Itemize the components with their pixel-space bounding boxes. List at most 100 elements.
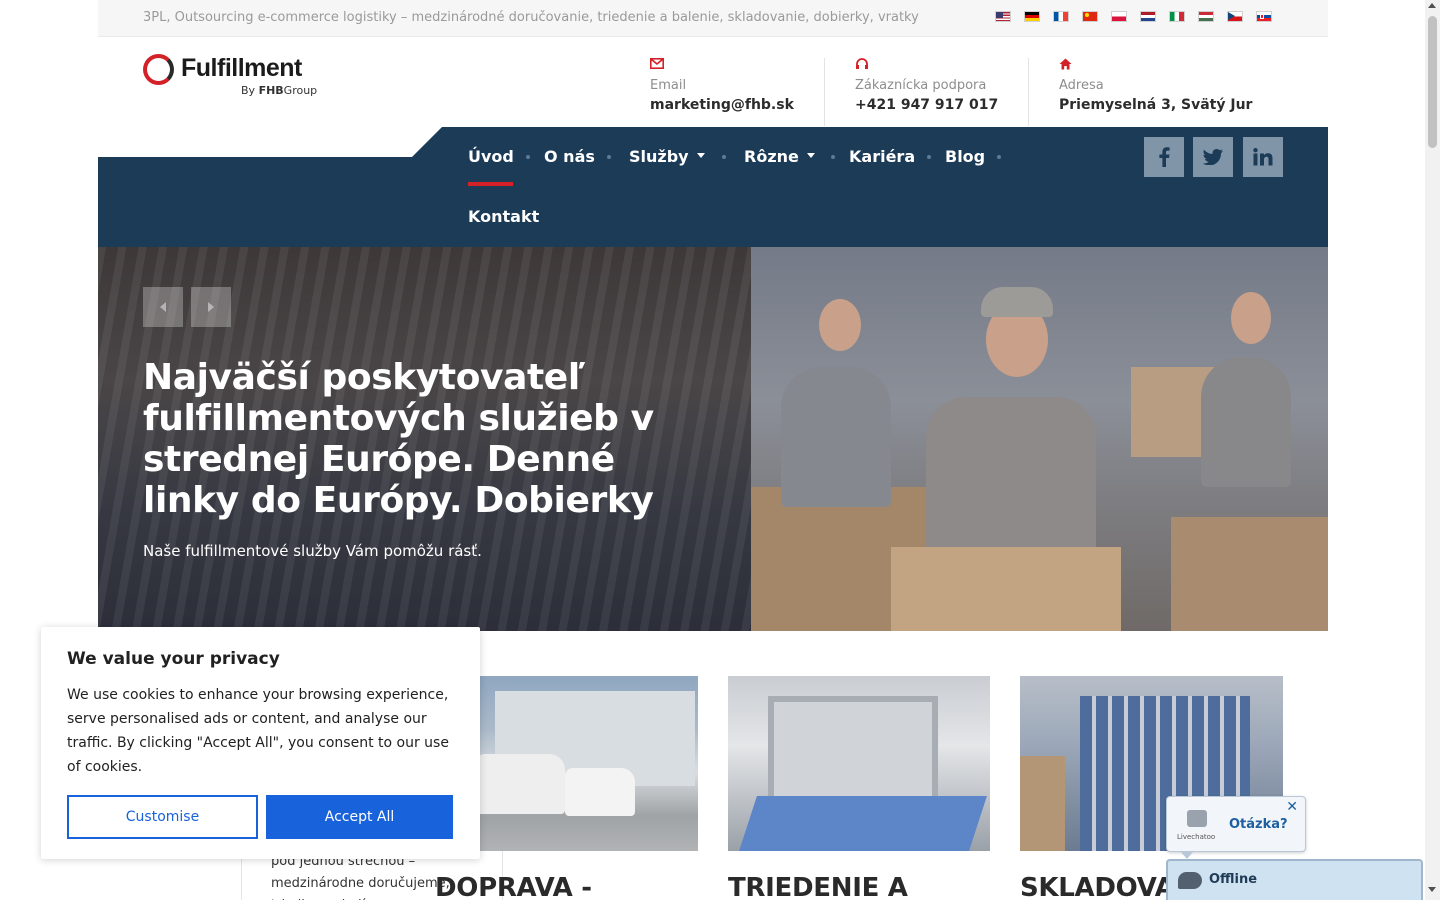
van: [565, 768, 635, 816]
nav-item-uvod[interactable]: Úvod: [468, 147, 514, 166]
card-title-sorting[interactable]: TRIEDENIE A: [728, 873, 908, 900]
chevron-left-icon: [160, 302, 166, 312]
contact-divider: [1028, 58, 1029, 126]
flag-cs-icon[interactable]: [1227, 11, 1243, 22]
twitter-button[interactable]: [1193, 137, 1233, 177]
nav-separator: [997, 155, 1001, 159]
nav-item-blog[interactable]: Blog: [945, 147, 985, 166]
twitter-icon: [1203, 149, 1223, 165]
logo-ring-icon: [143, 54, 174, 85]
contact-email-label: Email: [650, 78, 687, 93]
nav-wedge: [412, 127, 442, 157]
hero-worker-head: [819, 299, 861, 351]
card-title-transport[interactable]: DOPRAVA -: [435, 873, 592, 900]
logo-group-text: Group: [283, 84, 318, 97]
accept-all-button[interactable]: Accept All: [266, 795, 453, 839]
flag-zh-icon[interactable]: [1082, 11, 1098, 22]
language-flags: [995, 11, 1272, 22]
chat-icon: [1187, 810, 1207, 827]
logo-byline: By FHBGroup: [241, 84, 317, 97]
fulfillment-logo[interactable]: Fulfillment By FHBGroup: [143, 54, 323, 100]
nav-item-rozne[interactable]: Rôzne: [744, 147, 815, 166]
nav-separator: [927, 155, 931, 159]
facebook-button[interactable]: [1144, 137, 1184, 177]
hero-box: [891, 547, 1121, 631]
livechat-question[interactable]: Otázka?: [1229, 817, 1288, 832]
card-image-sorting[interactable]: [728, 676, 990, 851]
chat-bubbles-icon: [1178, 872, 1202, 889]
nav-separator: [607, 155, 611, 159]
livechat-bar[interactable]: Offline: [1166, 859, 1423, 900]
cookie-title: We value your privacy: [67, 649, 280, 669]
scrollbar-thumb[interactable]: [1428, 16, 1437, 148]
livechat-brand: Livechatoo: [1177, 833, 1216, 841]
headset-icon: [855, 58, 998, 74]
conveyor: [739, 796, 987, 851]
nav-item-kontakt[interactable]: Kontakt: [468, 207, 539, 226]
livechat-bubble[interactable]: Livechatoo Otázka? ✕: [1166, 796, 1306, 852]
flag-fr-icon[interactable]: [1053, 11, 1069, 22]
flag-sk-icon[interactable]: [1256, 11, 1272, 22]
linkedin-button[interactable]: [1243, 137, 1283, 177]
scroll-up-arrow-icon[interactable]: [1428, 3, 1436, 8]
top-bar-tagline: 3PL, Outsourcing e-commerce logistiky – …: [143, 10, 919, 25]
hero-worker: [781, 367, 891, 507]
boxes: [1020, 756, 1065, 851]
card-title-warehouse[interactable]: SKLADOVA: [1020, 873, 1175, 900]
customise-button[interactable]: Customise: [67, 795, 258, 839]
top-bar: 3PL, Outsourcing e-commerce logistiky – …: [98, 0, 1328, 37]
contact-divider: [824, 58, 825, 126]
close-icon[interactable]: ✕: [1286, 799, 1298, 815]
nav-item-sluzby-label: Služby: [629, 147, 689, 166]
nav-separator: [526, 155, 530, 159]
home-icon: [1059, 58, 1252, 74]
livechat-bubble-tail: [1180, 851, 1194, 859]
nav-strip: [98, 157, 442, 247]
hero-slider: Najväčší poskytovateľ fulfillmentových s…: [98, 247, 1328, 631]
flag-pl-icon[interactable]: [1111, 11, 1127, 22]
hero-worker: [1201, 357, 1291, 487]
contact-support-label: Zákaznícka podpora: [855, 78, 987, 93]
chevron-right-icon: [208, 302, 214, 312]
hero-subtitle: Naše fulfillmentové služby Vám pomôžu rá…: [143, 542, 482, 560]
contact-support: Zákaznícka podpora +421 947 917 017: [855, 58, 998, 126]
nav-active-indicator: [468, 182, 513, 186]
contact-email-value[interactable]: marketing@fhb.sk: [650, 97, 794, 113]
hero-box: [1171, 517, 1328, 631]
contact-email: Email marketing@fhb.sk: [650, 58, 794, 126]
flag-hu-icon[interactable]: [1198, 11, 1214, 22]
linkedin-icon: [1253, 148, 1273, 166]
contact-address: Adresa Priemyselná 3, Svätý Jur: [1059, 58, 1252, 126]
nav-item-kariera[interactable]: Kariéra: [849, 147, 915, 166]
slider-prev-button[interactable]: [143, 287, 183, 327]
nav-item-sluzby[interactable]: Služby: [629, 147, 705, 166]
cookie-body: We use cookies to enhance your browsing …: [67, 687, 449, 775]
flag-nl-icon[interactable]: [1140, 11, 1156, 22]
hero-worker-head: [1231, 292, 1271, 344]
hero-image-workers: [751, 247, 1328, 631]
hero-worker: [926, 397, 1096, 557]
scroll-down-arrow-icon[interactable]: [1428, 887, 1436, 892]
nav-separator: [722, 155, 726, 159]
contact-address-value: Priemyselná 3, Svätý Jur: [1059, 97, 1253, 113]
flag-de-icon[interactable]: [1024, 11, 1040, 22]
chevron-down-icon: [696, 153, 705, 158]
facebook-icon: [1159, 147, 1170, 167]
van: [475, 754, 565, 814]
nav-item-rozne-label: Rôzne: [744, 147, 799, 166]
contact-support-value[interactable]: +421 947 917 017: [855, 97, 998, 113]
cookie-consent-dialog: We value your privacy We use cookies to …: [41, 627, 480, 859]
hero-worker-cap: [981, 287, 1053, 317]
logo-by-text: By: [241, 84, 256, 97]
logo-wordmark: Fulfillment: [181, 54, 302, 82]
contact-address-label: Adresa: [1059, 78, 1104, 93]
slider-next-button[interactable]: [191, 287, 231, 327]
logo-group-bold: FHB: [258, 84, 284, 97]
nav-separator: [831, 155, 835, 159]
livechat-status: Offline: [1209, 872, 1258, 887]
flag-en-icon[interactable]: [995, 11, 1011, 22]
envelope-icon: [650, 58, 794, 74]
nav-item-o-nas[interactable]: O nás: [544, 147, 595, 166]
flag-it-icon[interactable]: [1169, 11, 1185, 22]
chevron-down-icon: [806, 153, 815, 158]
